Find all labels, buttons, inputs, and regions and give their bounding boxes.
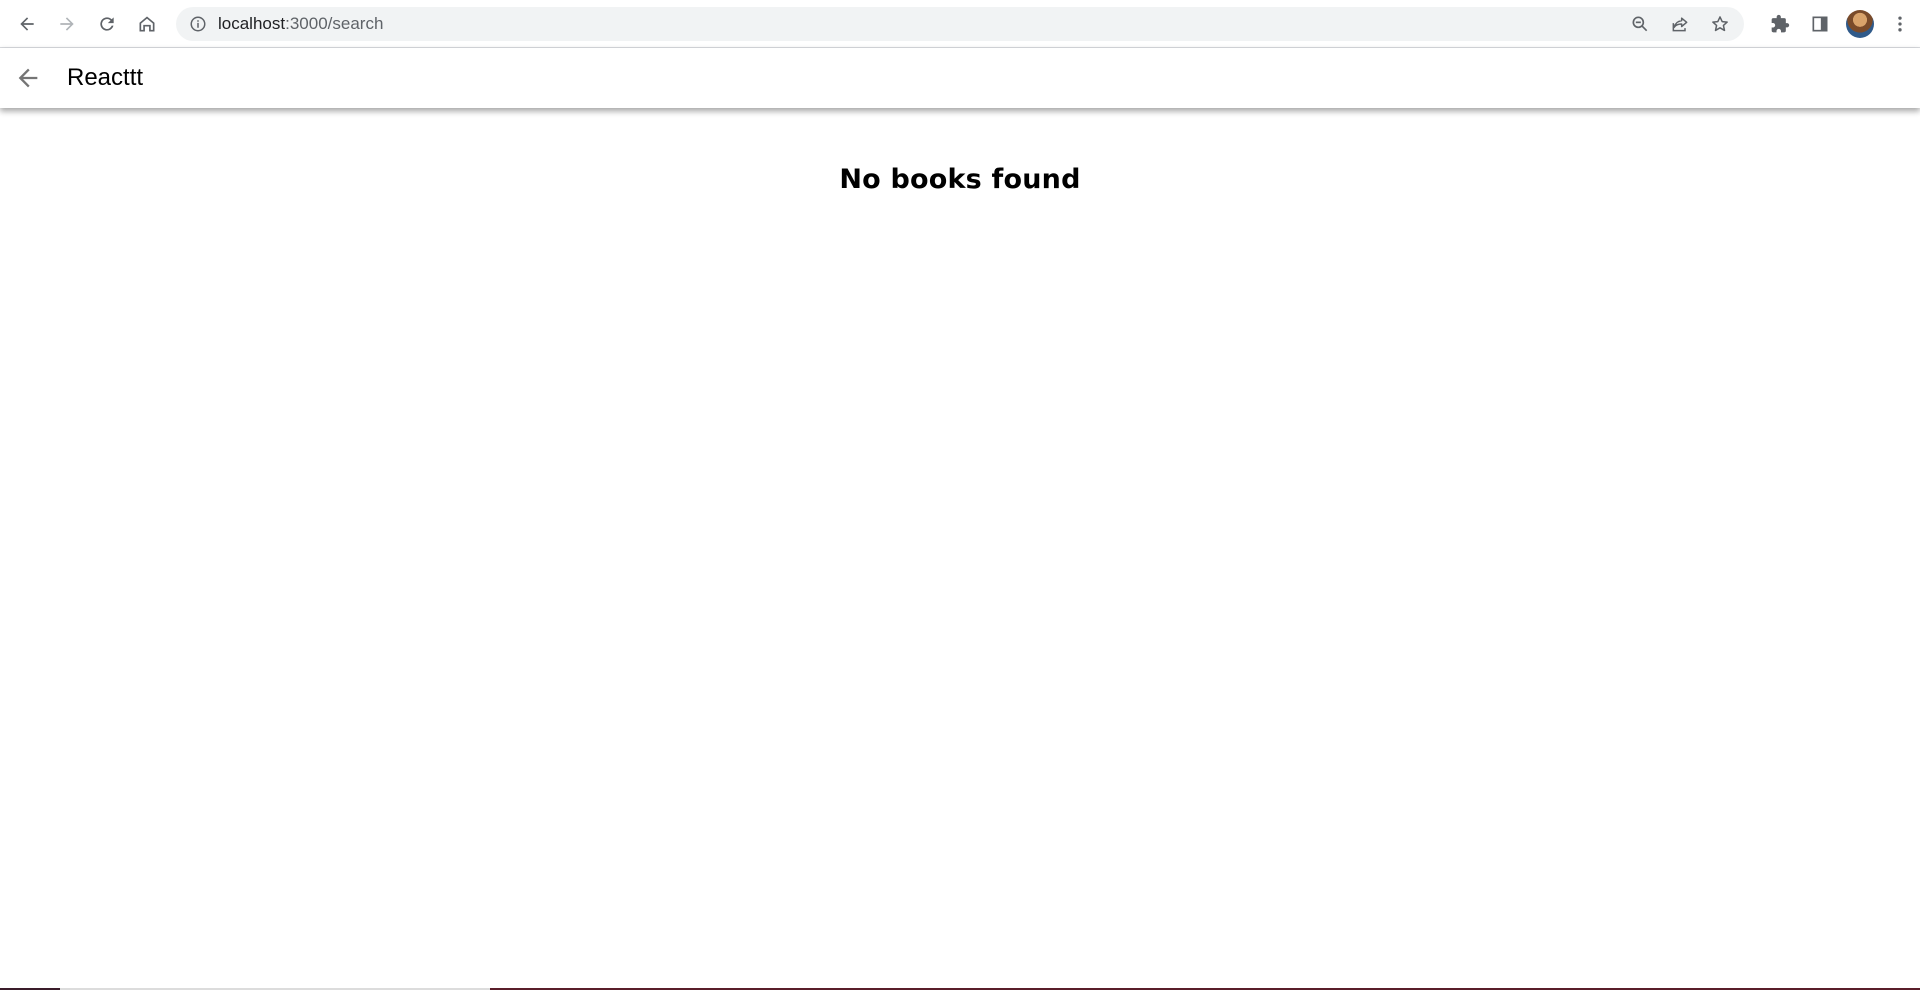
- home-icon: [139, 16, 155, 31]
- zoom-out-icon: [1632, 16, 1648, 32]
- url-host: localhost: [218, 14, 286, 33]
- close-search-button[interactable]: [0, 48, 56, 108]
- profile-avatar[interactable]: [1846, 10, 1874, 38]
- info-icon[interactable]: [188, 14, 208, 34]
- url-path: :3000/search: [285, 14, 384, 33]
- side-panel-button[interactable]: [1800, 4, 1840, 44]
- extensions-button[interactable]: [1760, 4, 1800, 44]
- browser-right-actions: [1760, 4, 1920, 44]
- zoom-button[interactable]: [1624, 8, 1656, 40]
- puzzle-icon: [1771, 14, 1790, 33]
- search-input[interactable]: [56, 48, 1856, 108]
- arrow-left-icon: [20, 16, 34, 31]
- arrow-left-icon: [18, 68, 38, 88]
- browser-nav-group: [7, 4, 167, 44]
- search-results: No books found: [0, 108, 1920, 195]
- address-bar-url[interactable]: localhost:3000/search: [218, 14, 383, 34]
- share-button[interactable]: [1664, 8, 1696, 40]
- browser-menu-button[interactable]: [1880, 4, 1920, 44]
- browser-home-button[interactable]: [127, 4, 167, 44]
- kebab-menu-icon: [1898, 16, 1902, 32]
- share-icon: [1672, 17, 1688, 32]
- address-bar[interactable]: localhost:3000/search: [176, 7, 1744, 41]
- browser-toolbar: localhost:3000/search: [0, 0, 1920, 48]
- browser-forward-button[interactable]: [47, 4, 87, 44]
- omnibox-actions: [1624, 7, 1736, 41]
- empty-results-message: No books found: [839, 164, 1081, 195]
- star-icon: [1712, 16, 1728, 32]
- reload-icon: [100, 16, 114, 31]
- bookmark-button[interactable]: [1704, 8, 1736, 40]
- search-books-bar: [0, 48, 1920, 108]
- arrow-right-icon: [60, 16, 74, 31]
- browser-reload-button[interactable]: [87, 4, 127, 44]
- browser-back-button[interactable]: [7, 4, 47, 44]
- side-panel-icon: [1812, 16, 1828, 32]
